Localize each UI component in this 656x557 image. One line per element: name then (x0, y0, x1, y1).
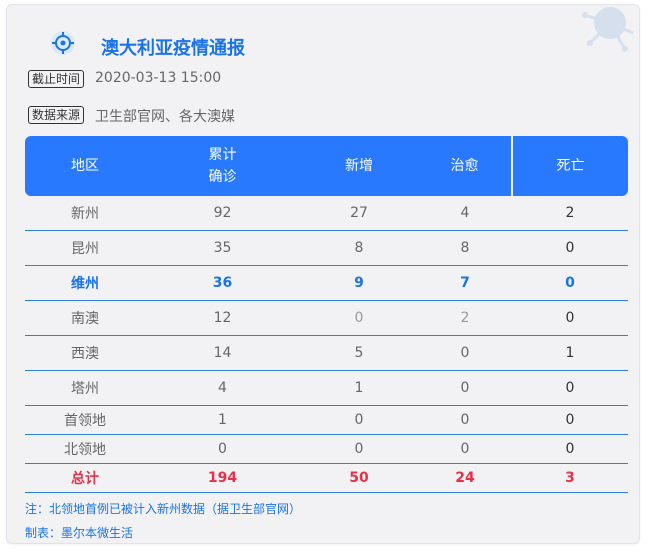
cell-region: 西澳 (25, 335, 145, 371)
cell-cured: 24 (418, 463, 512, 493)
source-value: 卫生部官网、各大澳媒 (95, 109, 235, 125)
col-header-cured: 治愈 (418, 136, 513, 196)
cell-death: 3 (512, 463, 628, 493)
table-row-total: 总计 194 50 24 3 (25, 463, 628, 493)
cutoff-value: 2020-03-13 15:00 (95, 70, 222, 86)
table-row: 塔州 4 1 0 0 (25, 370, 628, 406)
cell-death: 0 (512, 434, 628, 464)
stats-table: 地区 累计 确诊 新增 治愈 死亡 新州 92 27 4 2 昆州 35 8 8… (25, 136, 628, 493)
cell-region: 总计 (25, 463, 145, 493)
cell-confirmed: 4 (145, 370, 300, 406)
cell-new: 27 (300, 196, 418, 231)
cell-cured: 0 (418, 434, 512, 464)
credit: 制表：墨尔本微生活 (25, 526, 134, 540)
footnote: 注：北领地首例已被计入新州数据（据卫生部官网） (25, 502, 302, 516)
cell-region: 昆州 (25, 230, 145, 266)
cell-cured: 2 (418, 300, 512, 336)
cell-death: 2 (512, 196, 628, 231)
cell-new: 0 (300, 300, 418, 336)
page-title: 澳大利亚疫情通报 (101, 38, 245, 59)
cell-confirmed: 194 (145, 463, 300, 493)
cell-region: 维州 (25, 265, 145, 301)
cell-cured: 0 (418, 405, 512, 435)
cell-new: 0 (300, 434, 418, 464)
cell-death: 0 (512, 405, 628, 435)
cell-confirmed: 35 (145, 230, 300, 266)
col-header-confirmed: 累计 确诊 (145, 136, 300, 196)
cell-new: 9 (300, 265, 418, 301)
virus-icon (582, 7, 634, 52)
cell-region: 首领地 (25, 405, 145, 435)
cell-cured: 4 (418, 196, 512, 231)
cell-new: 8 (300, 230, 418, 266)
cell-region: 北领地 (25, 434, 145, 464)
cell-confirmed: 0 (145, 434, 300, 464)
cell-cured: 8 (418, 230, 512, 266)
cell-new: 5 (300, 335, 418, 371)
col-header-death: 死亡 (512, 136, 628, 196)
table-row: 西澳 14 5 0 1 (25, 335, 628, 371)
cell-region: 南澳 (25, 300, 145, 336)
cell-confirmed: 92 (145, 196, 300, 231)
cell-confirmed: 12 (145, 300, 300, 336)
table-row: 维州 36 9 7 0 (25, 265, 628, 301)
cutoff-label: 截止时间 (28, 70, 85, 88)
cell-cured: 7 (418, 265, 512, 301)
cell-death: 0 (512, 265, 628, 301)
col-header-new: 新增 (300, 136, 418, 196)
cell-cured: 0 (418, 335, 512, 371)
table-row: 南澳 12 0 2 0 (25, 300, 628, 336)
cell-death: 0 (512, 230, 628, 266)
table-row: 昆州 35 8 8 0 (25, 230, 628, 266)
table-row: 首领地 1 0 0 0 (25, 405, 628, 435)
cell-new: 0 (300, 405, 418, 435)
cell-cured: 0 (418, 370, 512, 406)
table-row: 北领地 0 0 0 0 (25, 434, 628, 464)
target-icon (51, 31, 75, 55)
cell-death: 0 (512, 370, 628, 406)
source-label: 数据来源 (28, 106, 85, 124)
cell-new: 50 (300, 463, 418, 493)
cell-confirmed: 36 (145, 265, 300, 301)
cell-region: 塔州 (25, 370, 145, 406)
cell-confirmed: 14 (145, 335, 300, 371)
col-header-confirmed-line2: 确诊 (208, 169, 237, 185)
cell-death: 0 (512, 300, 628, 336)
col-header-region: 地区 (25, 136, 145, 196)
cell-new: 1 (300, 370, 418, 406)
col-header-confirmed-line1: 累计 (208, 147, 237, 163)
table-header: 地区 累计 确诊 新增 治愈 死亡 (25, 136, 628, 196)
cell-death: 1 (512, 335, 628, 371)
table-row: 新州 92 27 4 2 (25, 196, 628, 231)
cell-confirmed: 1 (145, 405, 300, 435)
cell-region: 新州 (25, 196, 145, 231)
